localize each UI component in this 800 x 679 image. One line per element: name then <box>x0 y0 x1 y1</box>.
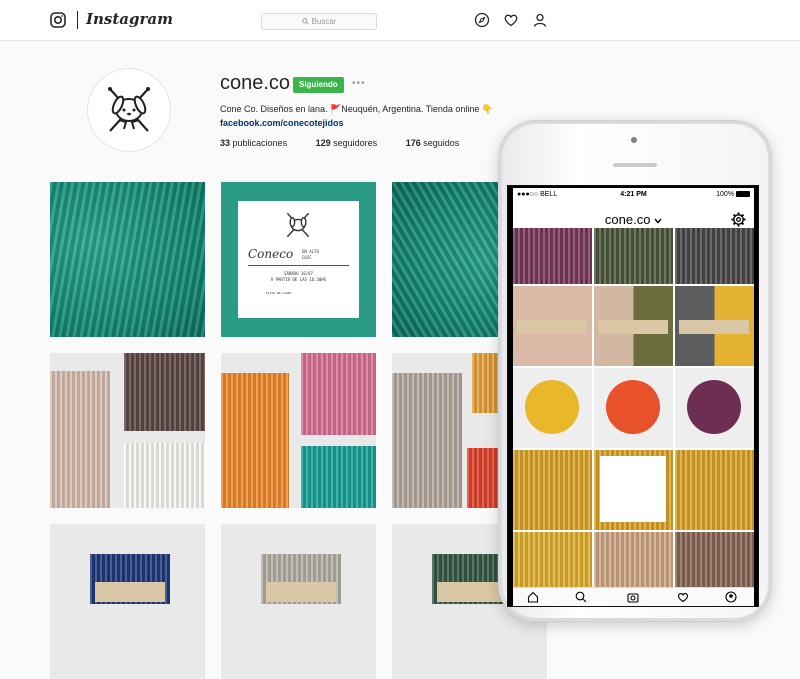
scarf-pink <box>301 353 376 435</box>
mobile-post-thumbnail[interactable] <box>594 228 673 284</box>
profile-website-link[interactable]: facebook.com/conecotejidos <box>220 118 344 128</box>
wool-ball-yellow <box>525 380 579 434</box>
mobile-post-thumbnail[interactable] <box>513 368 592 448</box>
mobile-app: ●●●○○ BELL 4:21 PM 100% cone.co <box>513 188 754 606</box>
heart-icon[interactable] <box>677 591 689 603</box>
heart-icon[interactable] <box>503 12 519 28</box>
profile-icon[interactable] <box>725 591 737 603</box>
card-logo-text: Coneco <box>248 247 294 261</box>
profile-bio: Cone Co. Diseños en lana. 🚩Neuquén, Arge… <box>220 104 494 114</box>
following-button[interactable]: Siguiendo <box>293 77 344 93</box>
kraft-label <box>437 582 507 602</box>
scarf-white <box>124 443 205 508</box>
stat-following-count: 176 <box>405 138 421 148</box>
scarf-grey <box>392 373 462 508</box>
profile-icon[interactable] <box>532 12 548 28</box>
card-event-date: SÁBADO 16/07 A PARTIR DE LAS 16:30HS <box>270 271 327 282</box>
post-thumbnail[interactable] <box>50 524 205 679</box>
stat-posts: 33 publicaciones <box>220 138 287 148</box>
profile-avatar[interactable] <box>87 68 171 152</box>
mobile-post-thumbnail[interactable] <box>594 368 673 448</box>
post-thumbnail[interactable] <box>50 353 205 508</box>
card-tagline: EN ALTO CHIC <box>302 249 319 260</box>
stat-followers-count: 129 <box>315 138 331 148</box>
top-navigation-bar: Instagram Buscar <box>0 0 800 41</box>
post-thumbnail[interactable] <box>221 524 376 679</box>
mobile-post-thumbnail[interactable] <box>513 228 592 284</box>
compass-icon[interactable] <box>474 12 490 28</box>
scarf-brown <box>124 353 205 431</box>
gear-icon[interactable] <box>731 212 746 227</box>
phone-camera <box>631 137 637 143</box>
card-footer: ELITA UN LUGAR <box>266 291 292 295</box>
stat-following-label: seguidos <box>423 138 460 148</box>
stat-posts-count: 33 <box>220 138 231 148</box>
scarf-teal <box>301 446 376 508</box>
search-placeholder: Buscar <box>311 17 337 26</box>
mobile-post-thumbnail[interactable] <box>675 368 754 448</box>
kraft-label <box>598 320 668 334</box>
camera-icon[interactable] <box>627 591 639 603</box>
kraft-label <box>266 582 336 602</box>
profile-username: cone.co <box>220 72 291 94</box>
phone-mockup: ●●●○○ BELL 4:21 PM 100% cone.co <box>498 120 772 622</box>
instagram-wordmark[interactable]: Instagram <box>86 10 173 28</box>
post-thumbnail[interactable]: Coneco EN ALTO CHIC SÁBADO 16/07 A PARTI… <box>221 182 376 337</box>
phone-speaker <box>613 163 657 167</box>
instagram-logo-icon[interactable] <box>50 12 66 28</box>
mobile-status-bar: ●●●○○ BELL 4:21 PM 100% <box>513 188 754 202</box>
mobile-post-thumbnail[interactable] <box>675 450 754 530</box>
mobile-post-thumbnail[interactable] <box>675 228 754 284</box>
search-icon <box>301 18 309 26</box>
mobile-username: cone.co <box>604 212 651 227</box>
post-thumbnail[interactable] <box>221 353 376 508</box>
stat-following[interactable]: 176 seguidos <box>406 138 460 148</box>
kraft-label <box>517 320 587 334</box>
scarf-orange <box>221 373 289 508</box>
profile-stats: 33 publicaciones 129 seguidores 176 segu… <box>220 138 485 148</box>
mobile-post-thumbnail[interactable] <box>594 450 673 530</box>
mobile-post-thumbnail[interactable] <box>594 286 673 366</box>
search-input[interactable]: Buscar <box>261 13 377 30</box>
event-card-mini <box>600 456 666 522</box>
mobile-post-thumbnail[interactable] <box>675 286 754 366</box>
wool-ball-plum <box>687 380 741 434</box>
card-divider <box>248 265 349 266</box>
kraft-label <box>95 582 165 602</box>
stat-posts-label: publicaciones <box>232 138 288 148</box>
stat-followers[interactable]: 129 seguidores <box>316 138 378 148</box>
mobile-post-thumbnail[interactable] <box>513 286 592 366</box>
more-options-button[interactable]: ••• <box>352 78 366 89</box>
search-icon[interactable] <box>575 591 587 603</box>
home-icon[interactable] <box>527 591 539 603</box>
battery-percent: 100% <box>716 191 735 198</box>
mobile-post-thumbnail[interactable] <box>513 532 592 592</box>
bunny-logo-icon <box>286 212 310 238</box>
wool-ball-red <box>606 380 660 434</box>
mobile-profile-title[interactable]: cone.co <box>513 212 754 227</box>
battery-icon <box>736 191 750 198</box>
phone-screen: ●●●○○ BELL 4:21 PM 100% cone.co <box>507 185 759 607</box>
event-card: Coneco EN ALTO CHIC SÁBADO 16/07 A PARTI… <box>238 201 359 318</box>
chevron-down-icon <box>654 218 662 224</box>
scarf-beige <box>50 371 110 508</box>
stat-followers-label: seguidores <box>333 138 378 148</box>
mobile-post-thumbnail[interactable] <box>675 532 754 592</box>
mobile-tab-bar <box>513 587 754 606</box>
logo-divider <box>77 11 78 29</box>
bunny-logo-icon <box>108 87 150 132</box>
kraft-label <box>679 320 749 334</box>
post-thumbnail[interactable] <box>50 182 205 337</box>
mobile-post-thumbnail[interactable] <box>594 532 673 592</box>
mobile-post-thumbnail[interactable] <box>513 450 592 530</box>
battery-label: 100% <box>716 191 750 198</box>
